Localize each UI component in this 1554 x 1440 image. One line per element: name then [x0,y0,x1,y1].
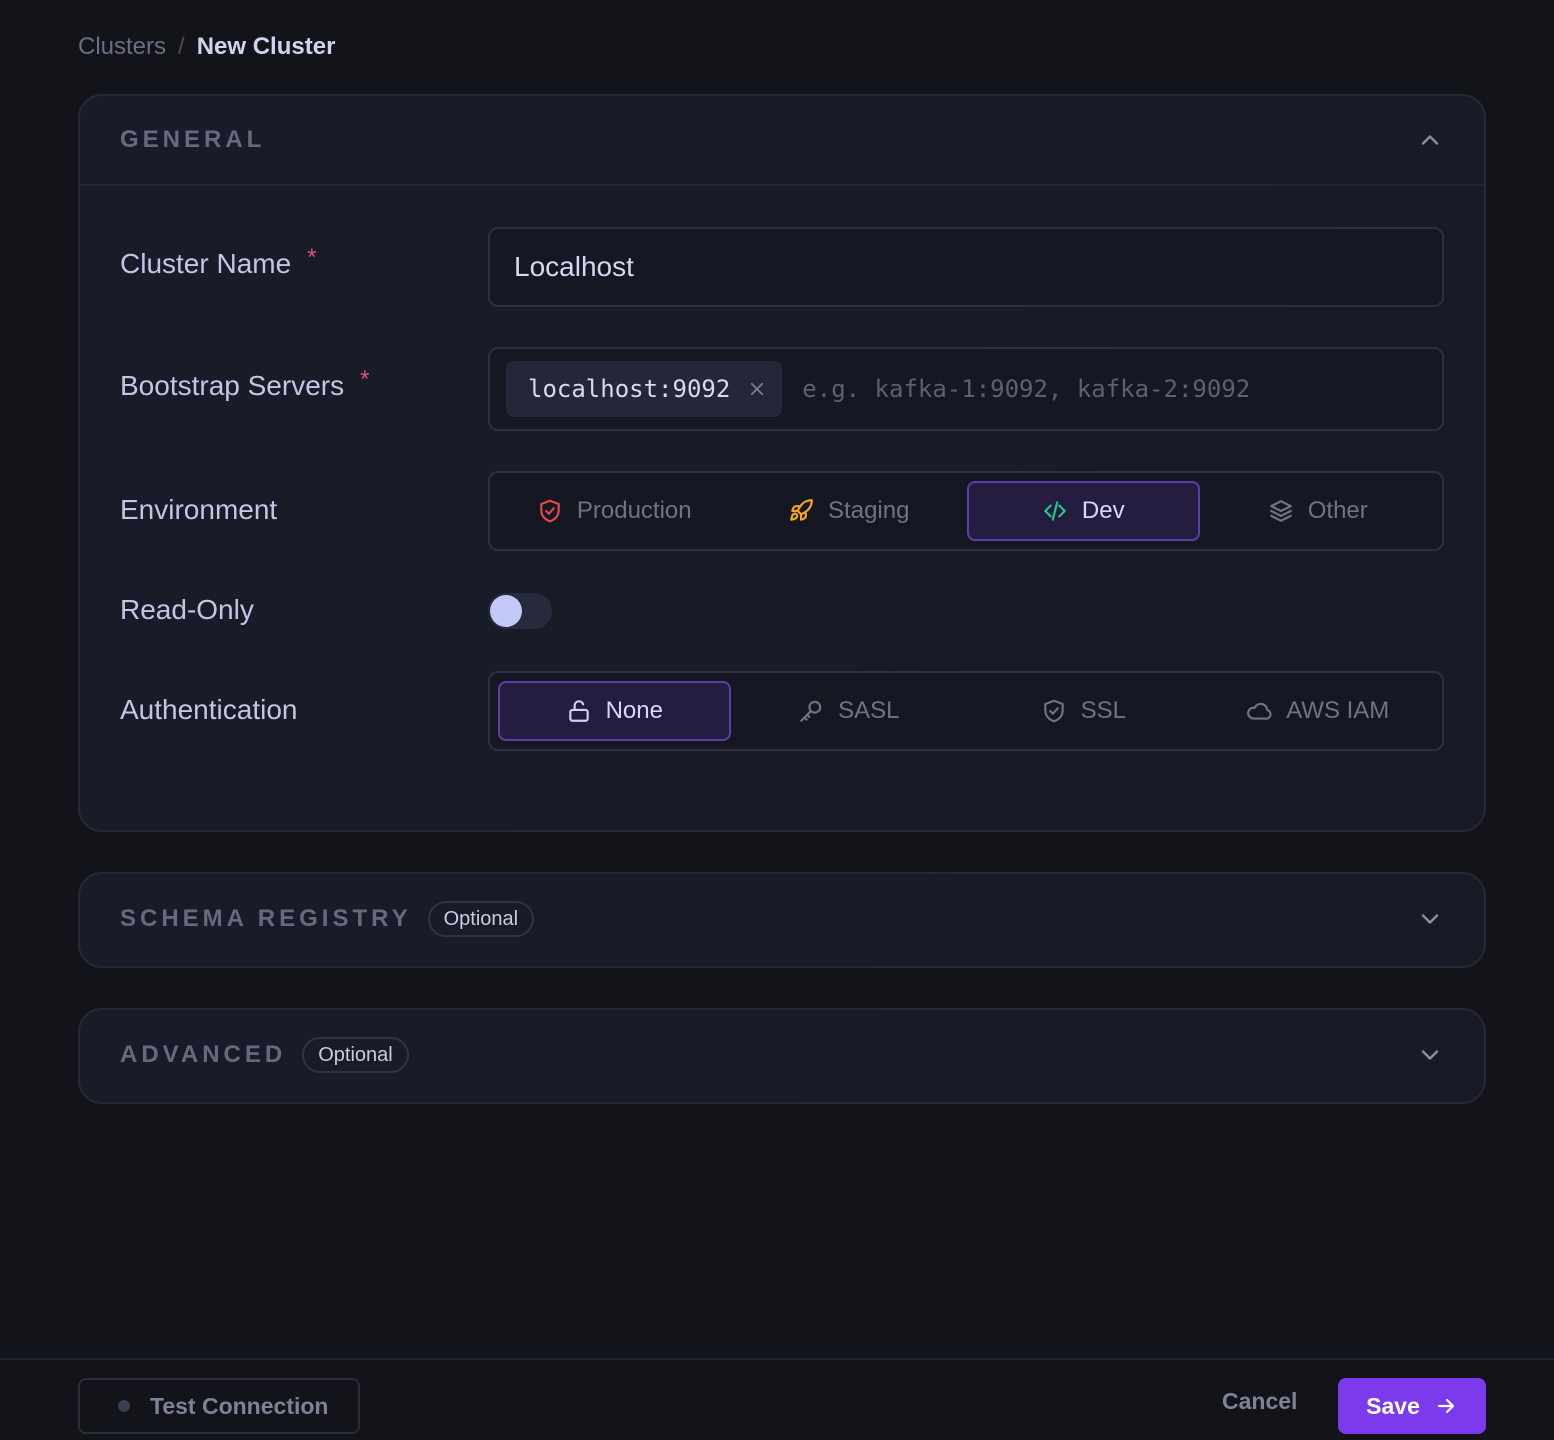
optional-badge: Optional [427,901,535,937]
breadcrumb: Clusters / New Cluster [78,32,335,62]
general-section-title: GENERAL [120,126,266,153]
cluster-name-value: Localhost [514,251,634,282]
environment-option-dev[interactable]: Dev [967,481,1200,541]
auth-option-none[interactable]: None [498,681,731,741]
general-section: GENERAL Cluster Name * Localhost Bootstr… [78,94,1486,832]
advanced-section: ADVANCED Optional [78,1008,1486,1104]
cloud-icon [1246,698,1272,724]
schema-registry-section: SCHEMA REGISTRY Optional [78,872,1486,968]
page: Clusters / New Cluster GENERAL Cluster N… [0,0,1554,1440]
environment-label-text: Environment [120,494,278,525]
unlock-icon [566,698,592,724]
required-marker: * [307,244,317,271]
remove-tag-icon[interactable] [748,380,766,398]
authentication-label: Authentication [120,694,297,726]
advanced-section-header[interactable]: ADVANCED Optional [80,1010,1484,1100]
breadcrumb-current: New Cluster [196,33,336,60]
auth-option-label: SASL [838,697,900,724]
chevron-down-icon[interactable] [1416,1041,1444,1069]
cluster-name-input[interactable]: Localhost [488,227,1444,307]
auth-option-label: AWS IAM [1286,697,1390,724]
authentication-label-text: Authentication [120,694,298,725]
arrow-right-icon [1434,1394,1458,1418]
environment-option-other[interactable]: Other [1202,481,1435,541]
bootstrap-servers-label-text: Bootstrap Servers [120,370,345,401]
auth-option-sasl[interactable]: SASL [733,681,966,741]
environment-label: Environment [120,494,277,526]
footer-bar: Test Connection Cancel Save [0,1358,1554,1440]
environment-option-label: Staging [828,497,910,524]
test-connection-label: Test Connection [150,1392,329,1419]
general-section-header[interactable]: GENERAL [80,96,1484,186]
environment-selector: Production Staging Dev Other [488,471,1444,551]
server-tag-label: localhost:9092 [528,375,731,403]
schema-registry-section-header[interactable]: SCHEMA REGISTRY Optional [80,874,1484,964]
environment-option-staging[interactable]: Staging [733,481,966,541]
rocket-icon [788,498,814,524]
breadcrumb-clusters-link[interactable]: Clusters [78,32,166,62]
read-only-toggle[interactable] [488,593,552,629]
auth-option-ssl[interactable]: SSL [967,681,1200,741]
layers-icon [1268,498,1294,524]
connection-status-dot [118,1400,130,1412]
optional-badge: Optional [302,1037,409,1073]
bootstrap-servers-input[interactable] [802,361,1442,417]
toggle-knob [490,595,522,627]
environment-option-label: Dev [1081,497,1125,524]
bootstrap-servers-field[interactable]: localhost:9092 [488,347,1444,431]
authentication-selector: None SASL SSL AWS IAM [488,671,1444,751]
cancel-button[interactable]: Cancel [1222,1388,1297,1415]
test-connection-button[interactable]: Test Connection [78,1378,360,1434]
save-button-label: Save [1366,1392,1420,1419]
cluster-name-label: Cluster Name * [120,244,317,280]
key-icon [798,698,824,724]
read-only-label: Read-Only [120,594,254,626]
auth-option-aws-iam[interactable]: AWS IAM [1202,681,1435,741]
code-icon [1042,498,1068,524]
auth-option-label: SSL [1080,697,1126,724]
shield-icon [537,498,563,524]
chevron-down-icon[interactable] [1416,905,1444,933]
server-tag: localhost:9092 [506,361,783,417]
bootstrap-servers-label: Bootstrap Servers * [120,366,369,402]
advanced-section-title: ADVANCED [120,1041,287,1068]
environment-option-production[interactable]: Production [498,481,731,541]
read-only-label-text: Read-Only [120,594,254,625]
breadcrumb-separator: / [178,33,185,60]
shield-check-icon [1041,698,1067,724]
environment-option-label: Other [1307,497,1368,524]
save-button[interactable]: Save [1338,1378,1486,1434]
chevron-up-icon[interactable] [1416,126,1444,154]
schema-registry-section-title: SCHEMA REGISTRY [120,905,412,932]
cluster-name-label-text: Cluster Name [120,248,292,279]
required-marker: * [360,366,370,393]
auth-option-label: None [605,697,663,724]
environment-option-label: Production [576,497,692,524]
